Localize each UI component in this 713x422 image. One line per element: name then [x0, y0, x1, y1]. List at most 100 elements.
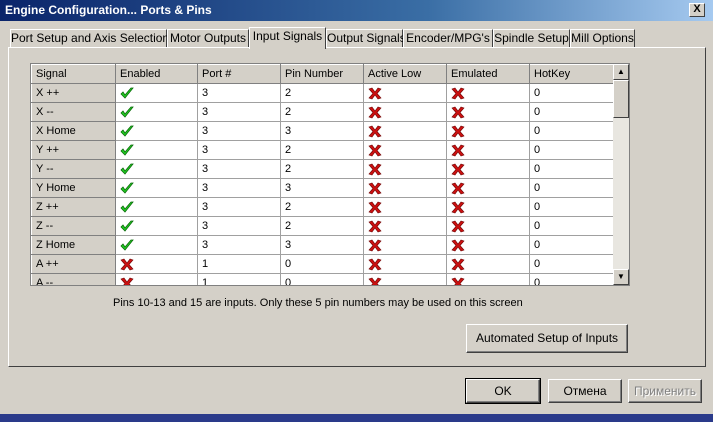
tab-input-signals[interactable]: Input Signals: [249, 27, 326, 49]
emulated-cell[interactable]: [446, 140, 530, 160]
apply-button[interactable]: Применить: [628, 379, 702, 403]
col-header-port[interactable]: Port #: [197, 64, 281, 84]
enabled-cell[interactable]: [115, 178, 198, 198]
col-header-emulated[interactable]: Emulated: [446, 64, 530, 84]
signal-name[interactable]: X ++: [31, 83, 116, 103]
grid-vertical-scrollbar[interactable]: ▲ ▼: [613, 64, 629, 285]
enabled-cell[interactable]: [115, 235, 198, 255]
pin-number-cell[interactable]: 2: [280, 159, 364, 179]
tab-encoder-mpg[interactable]: Encoder/MPG's: [403, 29, 493, 48]
emulated-cell[interactable]: [446, 83, 530, 103]
active-low-cell[interactable]: [363, 102, 447, 122]
tab-motor-outputs[interactable]: Motor Outputs: [167, 29, 249, 48]
signal-name[interactable]: X --: [31, 102, 116, 122]
hotkey-cell[interactable]: 0: [529, 216, 615, 236]
active-low-cell[interactable]: [363, 235, 447, 255]
enabled-cell[interactable]: [115, 140, 198, 160]
emulated-cell[interactable]: [446, 121, 530, 141]
active-low-cell[interactable]: [363, 140, 447, 160]
pin-number-cell[interactable]: 2: [280, 140, 364, 160]
cancel-button[interactable]: Отмена: [548, 379, 622, 403]
enabled-cell[interactable]: [115, 254, 198, 274]
active-low-cell[interactable]: [363, 216, 447, 236]
hotkey-cell[interactable]: 0: [529, 140, 615, 160]
col-header-active-low[interactable]: Active Low: [363, 64, 447, 84]
active-low-cell[interactable]: [363, 178, 447, 198]
enabled-cell[interactable]: [115, 121, 198, 141]
pin-number-cell[interactable]: 2: [280, 216, 364, 236]
scroll-up-icon[interactable]: ▲: [613, 64, 629, 80]
hotkey-cell[interactable]: 0: [529, 254, 615, 274]
signal-name[interactable]: Z Home: [31, 235, 116, 255]
grid-row[interactable]: Z ++ 3 2 0: [31, 197, 615, 217]
signal-name[interactable]: Z --: [31, 216, 116, 236]
scroll-down-icon[interactable]: ▼: [613, 269, 629, 285]
grid-row[interactable]: X -- 3 2 0: [31, 102, 615, 122]
hotkey-cell[interactable]: 0: [529, 235, 615, 255]
active-low-cell[interactable]: [363, 121, 447, 141]
grid-row[interactable]: X Home 3 3 0: [31, 121, 615, 141]
pin-number-cell[interactable]: 3: [280, 178, 364, 198]
signal-name[interactable]: X Home: [31, 121, 116, 141]
enabled-cell[interactable]: [115, 216, 198, 236]
enabled-cell[interactable]: [115, 102, 198, 122]
active-low-cell[interactable]: [363, 197, 447, 217]
grid-row[interactable]: X ++ 3 2 0: [31, 83, 615, 103]
pin-number-cell[interactable]: 2: [280, 83, 364, 103]
hotkey-cell[interactable]: 0: [529, 178, 615, 198]
active-low-cell[interactable]: [363, 273, 447, 285]
grid-row[interactable]: A ++ 1 0 0: [31, 254, 615, 274]
port-cell[interactable]: 3: [197, 197, 281, 217]
input-signals-grid[interactable]: Signal Enabled Port # Pin Number Active …: [30, 63, 630, 286]
port-cell[interactable]: 3: [197, 159, 281, 179]
grid-row[interactable]: A -- 1 0 0: [31, 273, 615, 285]
scroll-thumb[interactable]: [613, 80, 629, 118]
signal-name[interactable]: A ++: [31, 254, 116, 274]
tab-mill-options[interactable]: Mill Options: [570, 29, 635, 48]
emulated-cell[interactable]: [446, 216, 530, 236]
tab-port-setup[interactable]: Port Setup and Axis Selection: [10, 29, 169, 48]
col-header-hotkey[interactable]: HotKey: [529, 64, 615, 84]
enabled-cell[interactable]: [115, 273, 198, 285]
grid-row[interactable]: Z -- 3 2 0: [31, 216, 615, 236]
emulated-cell[interactable]: [446, 273, 530, 285]
signal-name[interactable]: A --: [31, 273, 116, 285]
ok-button[interactable]: OK: [465, 378, 541, 404]
port-cell[interactable]: 1: [197, 273, 281, 285]
active-low-cell[interactable]: [363, 159, 447, 179]
port-cell[interactable]: 3: [197, 216, 281, 236]
hotkey-cell[interactable]: 0: [529, 273, 615, 285]
hotkey-cell[interactable]: 0: [529, 159, 615, 179]
enabled-cell[interactable]: [115, 83, 198, 103]
emulated-cell[interactable]: [446, 178, 530, 198]
pin-number-cell[interactable]: 0: [280, 254, 364, 274]
grid-row[interactable]: Y Home 3 3 0: [31, 178, 615, 198]
port-cell[interactable]: 3: [197, 178, 281, 198]
pin-number-cell[interactable]: 0: [280, 273, 364, 285]
port-cell[interactable]: 3: [197, 102, 281, 122]
col-header-signal[interactable]: Signal: [31, 64, 116, 84]
pin-number-cell[interactable]: 2: [280, 197, 364, 217]
emulated-cell[interactable]: [446, 102, 530, 122]
port-cell[interactable]: 1: [197, 254, 281, 274]
signal-name[interactable]: Y --: [31, 159, 116, 179]
port-cell[interactable]: 3: [197, 121, 281, 141]
port-cell[interactable]: 3: [197, 83, 281, 103]
emulated-cell[interactable]: [446, 235, 530, 255]
col-header-pin-number[interactable]: Pin Number: [280, 64, 364, 84]
enabled-cell[interactable]: [115, 159, 198, 179]
active-low-cell[interactable]: [363, 83, 447, 103]
emulated-cell[interactable]: [446, 197, 530, 217]
pin-number-cell[interactable]: 3: [280, 121, 364, 141]
grid-row[interactable]: Y -- 3 2 0: [31, 159, 615, 179]
hotkey-cell[interactable]: 0: [529, 83, 615, 103]
tab-spindle-setup[interactable]: Spindle Setup: [493, 29, 570, 48]
active-low-cell[interactable]: [363, 254, 447, 274]
tab-output-signals[interactable]: Output Signals: [326, 29, 406, 48]
col-header-enabled[interactable]: Enabled: [115, 64, 198, 84]
signal-name[interactable]: Y Home: [31, 178, 116, 198]
grid-row[interactable]: Z Home 3 3 0: [31, 235, 615, 255]
signal-name[interactable]: Y ++: [31, 140, 116, 160]
close-icon[interactable]: X: [689, 3, 705, 17]
hotkey-cell[interactable]: 0: [529, 197, 615, 217]
